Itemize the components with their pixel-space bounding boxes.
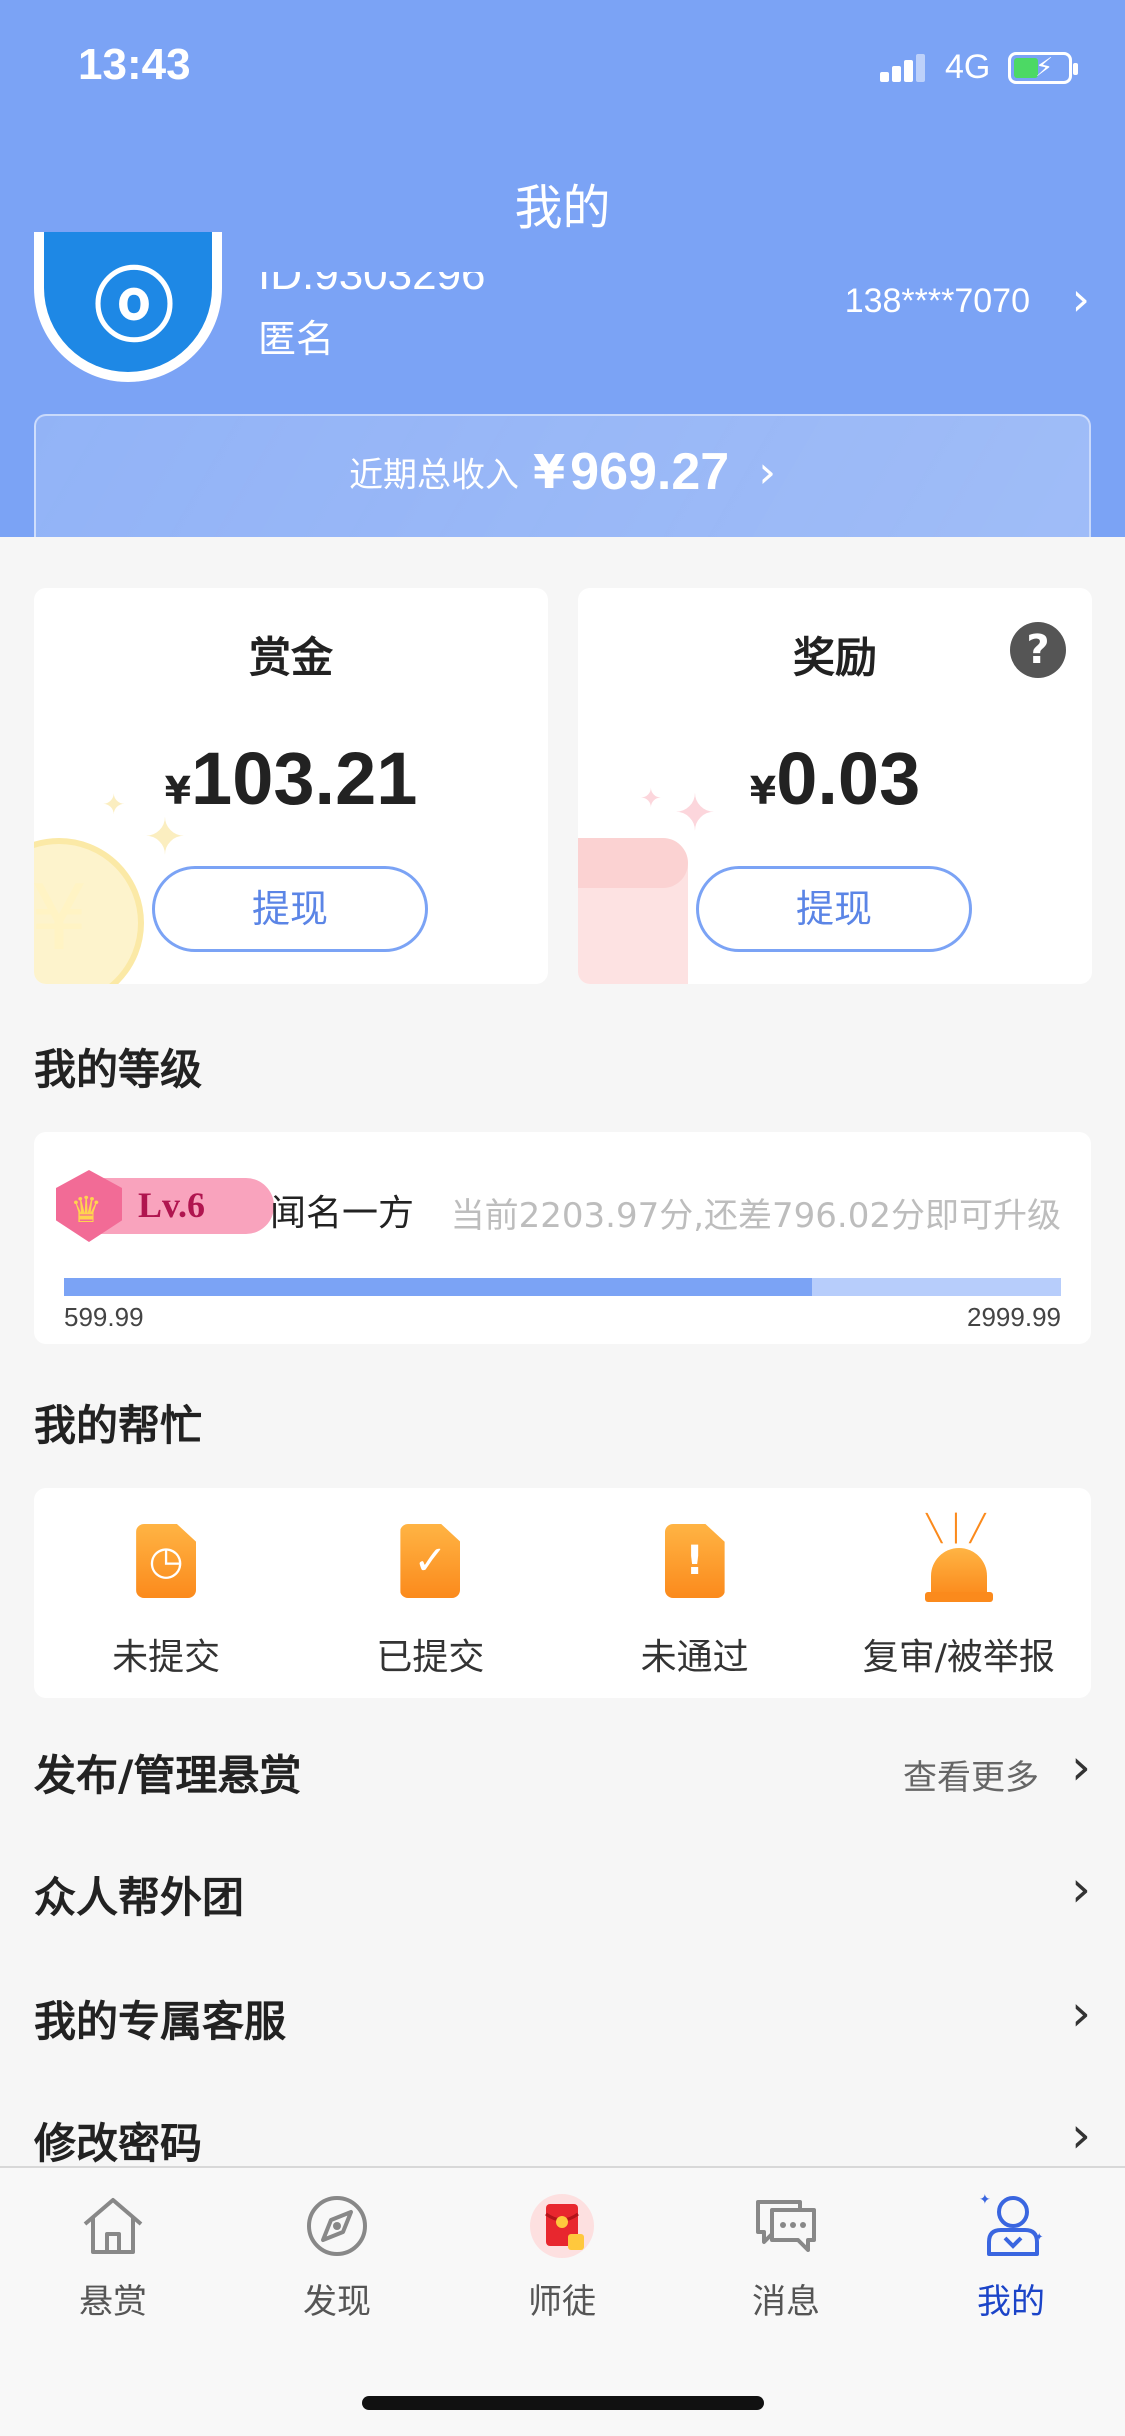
chat-icon (756, 2200, 816, 2252)
level-max: 2999.99 (967, 1302, 1061, 1332)
tab-mine[interactable]: ✦ ✦ 我的 (931, 2190, 1091, 2322)
help-item-label: 未通过 (640, 1637, 749, 1678)
reward-withdraw-button[interactable]: 提现 (696, 866, 972, 952)
help-item-rejected[interactable]: ! 未通过 (563, 1488, 827, 1698)
help-item-label: 未提交 (112, 1637, 221, 1678)
logo-icon: ⓞ (94, 260, 174, 353)
income-summary[interactable]: 近期总收入 ¥ 969.27 › (34, 414, 1091, 537)
help-item-unsubmitted[interactable]: ◷ 未提交 (34, 1488, 298, 1698)
check-document-icon: ✓ (400, 1524, 461, 1598)
tab-discover[interactable]: 发现 (257, 2190, 417, 2322)
battery-icon: ⚡ (1008, 52, 1078, 84)
user-name: 匿名 (258, 317, 335, 361)
level-hint: 当前2203.97分,还差796.02分即可升级 (450, 1196, 1061, 1236)
menu-item-customer-service[interactable]: 我的专属客服 › (34, 1976, 1091, 2056)
menu-item-label: 我的专属客服 (34, 1997, 287, 2046)
clock-document-icon: ◷ (136, 1524, 197, 1598)
reward-currency: ¥ (749, 769, 777, 813)
red-envelope-icon (530, 2194, 594, 2258)
income-currency: ¥ (533, 445, 566, 499)
home-icon (83, 2198, 143, 2254)
view-more-link[interactable]: 查看更多 (903, 1750, 1039, 1799)
chevron-right-icon: › (1071, 1984, 1091, 2042)
svg-text:✦: ✦ (1035, 2232, 1043, 2243)
status-bar: 13:43 4G ⚡ (0, 0, 1125, 135)
level-badge-text: Lv.6 (138, 1185, 206, 1225)
profile-row[interactable]: ⓞ ID:9303296 匿名 138****7070 › (34, 232, 1090, 382)
bounty-withdraw-button[interactable]: 提现 (152, 866, 428, 952)
income-label: 近期总收入 (349, 455, 520, 496)
page-title: 我的 (514, 180, 611, 236)
siren-base (924, 1592, 993, 1602)
red-envelope-icon (578, 838, 688, 984)
level-badge: ♛ Lv.6 (56, 1170, 274, 1242)
phone-number: 138****7070 (844, 282, 1030, 320)
compass-icon (307, 2196, 367, 2256)
bounty-title: 赏金 (248, 633, 333, 682)
tab-messages[interactable]: 消息 (706, 2190, 866, 2322)
level-min: 599.99 (64, 1302, 144, 1332)
avatar[interactable]: ⓞ (34, 232, 222, 382)
level-section-title: 我的等级 (34, 1045, 203, 1094)
chevron-right-icon: › (1071, 272, 1090, 326)
help-item-label: 已提交 (376, 1637, 485, 1678)
tab-label: 师徒 (528, 2282, 596, 2322)
crown-icon: ♛ (70, 1190, 103, 1231)
level-name: 闻名一方 (270, 1193, 415, 1234)
coin-icon: ¥ (34, 838, 144, 984)
profile-icon: ✦✦ (979, 2192, 1043, 2256)
svg-text:✦: ✦ (979, 2192, 991, 2208)
bounty-currency: ¥ (164, 769, 192, 813)
help-item-review[interactable]: ╲│╱ 复审/被举报 (827, 1488, 1091, 1698)
siren-icon (930, 1548, 987, 1596)
chevron-right-icon: › (758, 446, 776, 498)
bounty-amount: ¥103.21 (34, 736, 548, 821)
menu-item-label: 发布/管理悬赏 (34, 1751, 302, 1800)
network-label: 4G (945, 48, 991, 86)
alert-document-icon: ! (664, 1524, 725, 1598)
tab-bar: 悬赏 发现 师徒 消息 ✦ ✦ 我的 (0, 2166, 1125, 2436)
bounty-card: ¥ ✦ ✦ 赏金 ¥103.21 提现 (34, 588, 548, 984)
tab-label: 发现 (303, 2282, 371, 2322)
tab-bounty[interactable]: 悬赏 (33, 2190, 193, 2322)
help-item-submitted[interactable]: ✓ 已提交 (298, 1488, 562, 1698)
tab-label: 我的 (977, 2282, 1045, 2322)
header: 13:43 4G ⚡ 我的 ⓞ ID:9303296 匿名 138****707… (0, 0, 1125, 537)
reward-amount: ¥0.03 (578, 736, 1092, 821)
help-icon[interactable]: ? (1010, 622, 1066, 678)
level-progress-fill (64, 1278, 812, 1296)
help-card: ◷ 未提交 ✓ 已提交 ! 未通过 ╲│╱ 复审/被举报 (34, 1488, 1091, 1698)
tab-label: 悬赏 (79, 2282, 147, 2322)
bounty-value: 103.21 (191, 737, 418, 820)
reward-value: 0.03 (776, 737, 921, 820)
help-item-label: 复审/被举报 (862, 1637, 1055, 1678)
menu-item-label: 众人帮外团 (34, 1873, 245, 1922)
level-progress-bar (64, 1278, 1061, 1296)
signal-icon (880, 52, 930, 82)
status-time: 13:43 (78, 40, 191, 89)
menu-item-label: 修改密码 (34, 2119, 203, 2168)
income-value: 969.27 (570, 443, 730, 501)
chevron-right-icon: › (1071, 1860, 1091, 1918)
siren-rays-icon: ╲│╱ (926, 1514, 992, 1544)
reward-card: ✦ ✦ 奖励 ? ¥0.03 提现 (578, 588, 1092, 984)
level-card[interactable]: ♛ Lv.6 闻名一方 当前2203.97分,还差796.02分即可升级 599… (34, 1132, 1091, 1344)
user-id: ID:9303296 (258, 250, 486, 299)
chevron-right-icon: › (1071, 2106, 1091, 2164)
home-indicator[interactable] (362, 2396, 764, 2410)
tab-mentor[interactable]: 师徒 (482, 2190, 642, 2322)
menu-item-manage-bounty[interactable]: 发布/管理悬赏 查看更多 › (34, 1730, 1091, 1810)
tab-label: 消息 (752, 2282, 820, 2322)
help-section-title: 我的帮忙 (34, 1401, 203, 1450)
menu-item-outreach-team[interactable]: 众人帮外团 › (34, 1852, 1091, 1932)
chevron-right-icon: › (1071, 1738, 1091, 1796)
